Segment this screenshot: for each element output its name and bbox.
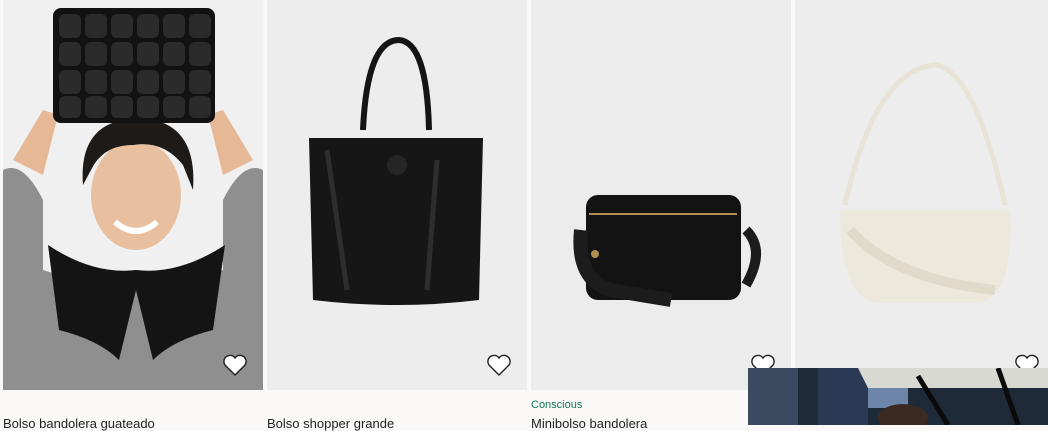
favorite-heart-icon[interactable] [222,353,248,377]
favorite-heart-icon[interactable] [486,353,512,377]
product-image[interactable] [531,0,791,390]
video-preview[interactable] [748,368,1048,425]
product-title[interactable]: Bolso bandolera guateado [3,416,155,431]
product-image[interactable] [267,0,527,390]
product-card[interactable]: Bolso bandolera guateado [3,0,263,431]
product-card[interactable]: Bolso shopper grande [267,0,527,431]
product-title[interactable]: Minibolso bandolera [531,416,647,431]
product-card[interactable]: Conscious Minibolso bandolera [531,0,791,431]
conscious-tag: Conscious [531,399,583,411]
product-image[interactable] [3,0,263,390]
product-title[interactable]: Bolso shopper grande [267,416,394,431]
product-card[interactable] [795,0,1048,425]
product-grid: Bolso bandolera guateado Bolso shopper g… [0,0,1048,431]
product-image[interactable] [795,0,1048,390]
